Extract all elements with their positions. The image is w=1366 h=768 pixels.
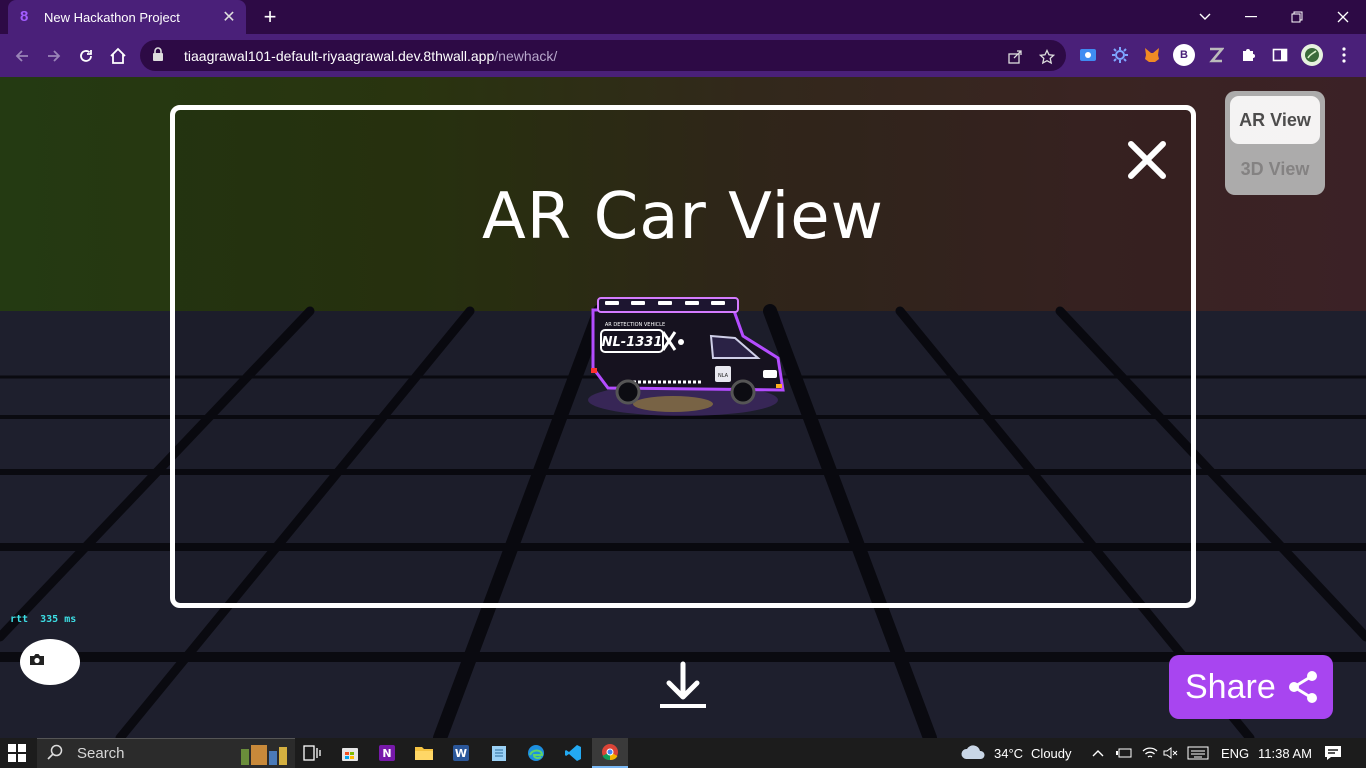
tab-search-chevron-icon[interactable] bbox=[1182, 0, 1228, 34]
ar-car-view-modal: AR Car View NL-1331 AR DETECTION VEHICLE… bbox=[170, 105, 1196, 608]
show-hidden-icons-chevron-icon[interactable] bbox=[1092, 738, 1104, 768]
download-icon bbox=[660, 661, 706, 708]
share-button[interactable]: Share bbox=[1169, 655, 1333, 719]
share-label: Share bbox=[1185, 667, 1276, 706]
wifi-icon[interactable] bbox=[1142, 738, 1158, 768]
weather-widget[interactable]: 34°C Cloudy bbox=[960, 738, 1072, 768]
browser-titlebar: 8 New Hackathon Project ✕ + bbox=[0, 0, 1366, 34]
share-icon bbox=[1283, 667, 1323, 707]
edge-icon[interactable] bbox=[525, 742, 547, 764]
3d-view-button[interactable]: 3D View bbox=[1230, 146, 1320, 192]
notepad-icon[interactable] bbox=[488, 742, 510, 764]
camera-icon bbox=[29, 653, 45, 671]
svg-text:W: W bbox=[455, 747, 467, 760]
z-extension-icon[interactable] bbox=[1205, 44, 1227, 66]
profile-b-extension-icon[interactable]: B bbox=[1173, 44, 1195, 66]
side-panel-icon[interactable] bbox=[1269, 44, 1291, 66]
back-button[interactable] bbox=[8, 42, 36, 70]
close-window-button[interactable] bbox=[1320, 0, 1366, 34]
vscode-icon[interactable] bbox=[562, 742, 584, 764]
weather-desc: Cloudy bbox=[1031, 745, 1072, 761]
reload-button[interactable] bbox=[72, 42, 100, 70]
metamask-fox-icon[interactable] bbox=[1141, 44, 1163, 66]
url-host: tiaagrawal101-default-riyaagrawal.dev.8t… bbox=[184, 47, 495, 64]
modal-title: AR Car View bbox=[481, 180, 885, 254]
file-explorer-icon[interactable] bbox=[413, 742, 435, 764]
chrome-taskbar-button[interactable] bbox=[592, 738, 628, 768]
chrome-icon bbox=[602, 744, 618, 761]
minimize-button[interactable] bbox=[1228, 0, 1274, 34]
ar-scene-canvas[interactable]: AR Car View NL-1331 AR DETECTION VEHICLE… bbox=[0, 77, 1366, 738]
windows-taskbar: Search N W 34°C Cloudy ENG 11:38 AM bbox=[0, 738, 1366, 768]
clock[interactable]: 11:38 AM bbox=[1258, 738, 1312, 768]
browser-tab-active[interactable]: 8 New Hackathon Project ✕ bbox=[8, 0, 246, 34]
word-icon[interactable]: W bbox=[450, 742, 472, 764]
address-bar[interactable]: tiaagrawal101-default-riyaagrawal.dev.8t… bbox=[140, 40, 1066, 71]
windows-start-icon[interactable] bbox=[8, 744, 26, 762]
keyboard-icon[interactable] bbox=[1187, 738, 1209, 768]
restore-button[interactable] bbox=[1274, 0, 1320, 34]
rtt-label: rtt bbox=[10, 614, 29, 625]
weather-temp: 34°C bbox=[994, 745, 1024, 761]
onenote-icon[interactable]: N bbox=[376, 742, 398, 764]
van-badge-text: NLA bbox=[718, 373, 729, 379]
rtt-readout: rtt 335 ms bbox=[10, 614, 76, 625]
8thwall-favicon-icon: 8 bbox=[20, 8, 29, 25]
url-path: /newhack/ bbox=[494, 47, 558, 64]
home-button[interactable] bbox=[104, 42, 132, 70]
ar-van-model[interactable]: NL-1331 AR DETECTION VEHICLE NLA bbox=[583, 288, 793, 428]
notification-center-icon[interactable] bbox=[1324, 738, 1342, 768]
close-modal-button[interactable] bbox=[1125, 138, 1169, 182]
search-highlight-illustration-icon bbox=[241, 745, 287, 765]
van-plate-text: NL-1331 bbox=[602, 335, 663, 350]
battery-icon[interactable] bbox=[1116, 738, 1132, 768]
lock-icon bbox=[152, 47, 166, 64]
search-icon bbox=[47, 744, 65, 764]
view-mode-toggle: AR View 3D View bbox=[1225, 91, 1325, 195]
task-view-icon[interactable] bbox=[301, 742, 323, 764]
new-tab-button[interactable]: + bbox=[258, 4, 282, 30]
ar-view-button[interactable]: AR View bbox=[1230, 96, 1320, 144]
forward-button[interactable] bbox=[40, 42, 68, 70]
tab-title: New Hackathon Project bbox=[44, 9, 180, 25]
search-placeholder: Search bbox=[77, 745, 125, 762]
taskbar-search-box[interactable]: Search bbox=[37, 738, 295, 768]
screencast-extension-icon[interactable] bbox=[1077, 44, 1099, 66]
camera-capture-button[interactable] bbox=[20, 639, 80, 685]
rtt-value: 335 ms bbox=[40, 614, 77, 625]
bookmark-star-icon[interactable] bbox=[1036, 46, 1058, 68]
svg-text:N: N bbox=[382, 747, 391, 760]
profile-initial: B bbox=[1180, 49, 1188, 61]
download-button[interactable] bbox=[656, 660, 710, 714]
puzzle-extensions-icon[interactable] bbox=[1237, 44, 1259, 66]
microsoft-store-icon[interactable] bbox=[339, 742, 361, 764]
share-page-icon[interactable] bbox=[1004, 46, 1026, 68]
gear-extension-icon[interactable] bbox=[1109, 44, 1131, 66]
cloud-icon bbox=[960, 743, 988, 764]
browser-menu-icon[interactable] bbox=[1333, 44, 1355, 66]
volume-muted-icon[interactable] bbox=[1163, 738, 1179, 768]
profile-avatar[interactable] bbox=[1301, 44, 1323, 66]
van-top-text: AR DETECTION VEHICLE bbox=[605, 322, 665, 328]
browser-toolbar: tiaagrawal101-default-riyaagrawal.dev.8t… bbox=[0, 34, 1366, 77]
language-indicator[interactable]: ENG bbox=[1221, 738, 1249, 768]
close-tab-icon[interactable]: ✕ bbox=[220, 7, 238, 27]
